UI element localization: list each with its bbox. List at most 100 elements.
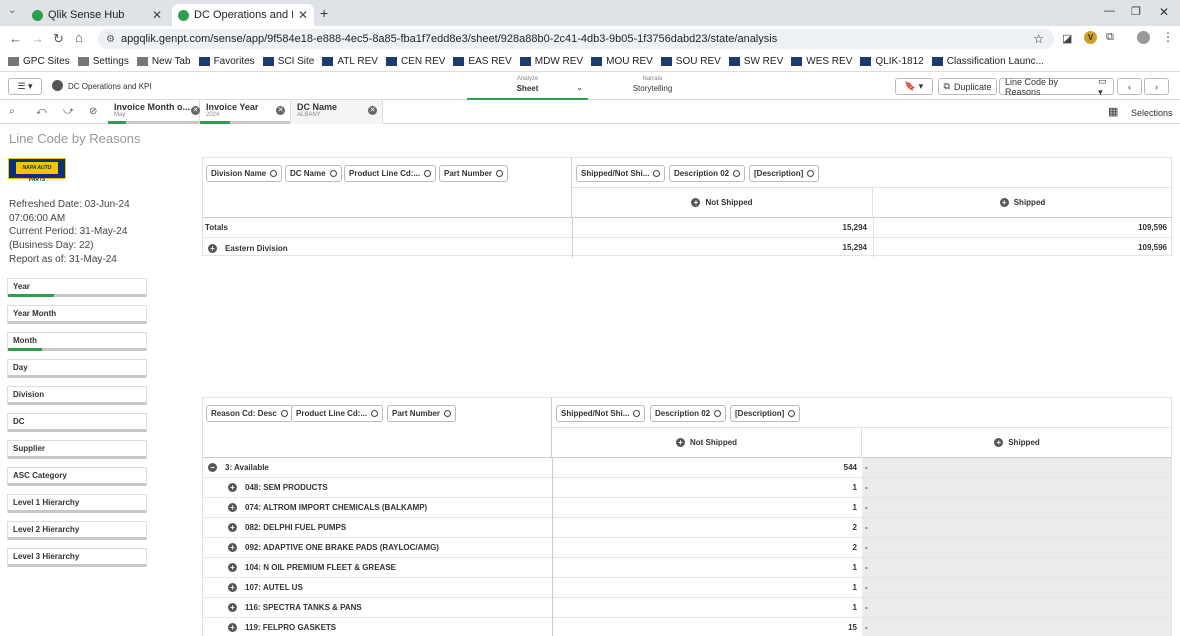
dim-reason-cd[interactable]: Reason Cd: Desc [206, 405, 293, 422]
close-icon[interactable]: ✕ [298, 8, 308, 22]
dim-product-line[interactable]: Product Line Cd:... [344, 165, 437, 182]
expand-icon[interactable]: + [208, 243, 217, 253]
bookmark-item[interactable]: New Tab [136, 56, 191, 67]
dim-dc-name[interactable]: DC Name [285, 165, 342, 182]
filter-pane[interactable]: Month [7, 332, 147, 351]
close-icon[interactable]: ✕ [152, 8, 162, 22]
step-back-icon[interactable]: ⤺ [36, 106, 47, 117]
profile-avatar[interactable] [1137, 31, 1150, 44]
filter-pane[interactable]: Level 1 Hierarchy [7, 494, 147, 513]
filter-pane[interactable]: Division [7, 386, 147, 405]
tab-analyze[interactable]: Analyze Sheet ⌄ [467, 73, 588, 100]
tab-search-icon[interactable]: ⌄ [8, 5, 16, 16]
table-row[interactable]: +082: DELPHI FUEL PUMPS 2- [203, 517, 1171, 538]
table-row[interactable]: +107: AUTEL US 1- [203, 577, 1171, 598]
expand-icon[interactable]: + [228, 603, 237, 612]
selection-chip-invoice-year[interactable]: Invoice Year 2024 ✕ [200, 100, 291, 124]
filter-pane[interactable]: ASC Category [7, 467, 147, 486]
expand-icon[interactable]: + [675, 438, 685, 447]
bookmark-item[interactable]: MOU REV [591, 56, 653, 67]
table-row-group[interactable]: − 3: Available 544 - [203, 457, 1171, 478]
clear-selections-icon[interactable]: ⊘ [89, 106, 97, 117]
col-description-02[interactable]: Description 02 [669, 165, 746, 182]
duplicate-button[interactable]: ⧉ Duplicate [938, 78, 997, 95]
address-bar[interactable]: ⚙ apgqlik.genpt.com/sense/app/9f584e18-e… [98, 29, 1054, 49]
expand-icon[interactable]: + [228, 543, 237, 552]
global-menu-button[interactable]: ☰ ▾ [8, 78, 42, 95]
bookmark-item[interactable]: Settings [77, 56, 129, 67]
col-shipped-not-shipped[interactable]: Shipped/Not Shi... [576, 165, 666, 182]
expand-icon[interactable]: + [228, 583, 237, 592]
bookmark-item[interactable]: SCI Site [262, 56, 314, 67]
extension-icon[interactable]: ◪ [1062, 32, 1072, 45]
col-description[interactable]: [Description] [730, 405, 801, 422]
table-row[interactable]: +074: ALTROM IMPORT CHEMICALS (BALKAMP) 1… [203, 497, 1171, 518]
reload-icon[interactable]: ↻ [53, 31, 64, 47]
table-row-eastern-division[interactable]: + Eastern Division 15,294 109,596 [203, 238, 1171, 258]
filter-pane[interactable]: Supplier [7, 440, 147, 459]
selections-tab[interactable]: Selections [1131, 108, 1173, 118]
filter-pane[interactable]: Year Month [7, 305, 147, 324]
col-description-02[interactable]: Description 02 [650, 405, 727, 422]
header-not-shipped[interactable]: + Not Shipped [572, 188, 873, 218]
header-not-shipped[interactable]: + Not Shipped [552, 428, 862, 458]
chevron-down-icon[interactable]: ⌄ [576, 83, 583, 92]
extension-v-icon[interactable]: V [1084, 31, 1097, 44]
back-icon[interactable]: ← [9, 31, 22, 46]
expand-icon[interactable]: + [228, 623, 237, 632]
bookmark-item[interactable]: Favorites [198, 56, 255, 67]
clear-chip-icon[interactable]: ✕ [276, 106, 285, 115]
header-shipped[interactable]: + Shipped [862, 428, 1171, 458]
table-row[interactable]: +119: FELPRO GASKETS 15- [203, 617, 1171, 636]
previous-sheet-button[interactable]: ‹ [1117, 78, 1142, 95]
selection-chip-dc-name[interactable]: DC Name ALBANY ✕ [291, 100, 383, 124]
bookmark-item[interactable]: QLIK-1812 [860, 56, 924, 67]
filter-pane[interactable]: Day [7, 359, 147, 378]
dim-product-line[interactable]: Product Line Cd:... [291, 405, 384, 422]
clear-chip-icon[interactable]: ✕ [368, 106, 377, 115]
bookmark-item[interactable]: SW REV [728, 56, 783, 67]
col-shipped-not-shipped[interactable]: Shipped/Not Shi... [556, 405, 646, 422]
filter-pane[interactable]: Year [7, 278, 147, 297]
next-sheet-button[interactable]: › [1144, 78, 1169, 95]
collapse-icon[interactable]: − [208, 463, 217, 472]
bookmark-star-icon[interactable]: ☆ [1033, 32, 1044, 46]
site-info-icon[interactable]: ⚙ [106, 34, 115, 45]
new-tab-icon[interactable]: + [320, 5, 328, 21]
table-row[interactable]: +092: ADAPTIVE ONE BRAKE PADS (RAYLOC/AM… [203, 537, 1171, 558]
dim-division-name[interactable]: Division Name [206, 165, 283, 182]
puzzle-icon[interactable]: ⧉ [1106, 31, 1114, 44]
bookmark-item[interactable]: EAS REV [453, 56, 512, 67]
table-row[interactable]: +048: SEM PRODUCTS 1- [203, 477, 1171, 498]
forward-icon[interactable]: → [31, 31, 44, 46]
tab-dc-operations[interactable]: DC Operations and KPI - Line C ✕ [172, 4, 314, 26]
expand-icon[interactable]: + [691, 198, 701, 207]
bookmark-item[interactable]: MDW REV [519, 56, 583, 67]
home-icon[interactable]: ⌂ [75, 30, 83, 45]
expand-icon[interactable]: + [999, 198, 1009, 207]
bookmark-item[interactable]: CEN REV [385, 56, 445, 67]
selection-chip-invoice-month[interactable]: Invoice Month o... May [108, 100, 200, 124]
bookmark-item[interactable]: WES REV [791, 56, 852, 67]
table-row[interactable]: +104: N OIL PREMIUM FLEET & GREASE 1- [203, 557, 1171, 578]
restore-icon[interactable]: ❐ [1131, 5, 1141, 18]
tab-narrate[interactable]: Narrate Storytelling [592, 73, 713, 100]
dim-part-number[interactable]: Part Number [439, 165, 509, 182]
col-description[interactable]: [Description] [749, 165, 820, 182]
step-forward-icon[interactable]: ⤻ [63, 106, 74, 117]
menu-kebab-icon[interactable]: ⋮ [1162, 30, 1174, 44]
expand-icon[interactable]: + [228, 503, 237, 512]
header-shipped[interactable]: + Shipped [873, 188, 1172, 218]
expand-icon[interactable]: + [228, 523, 237, 532]
bookmark-item[interactable]: ATL REV [322, 56, 378, 67]
clear-chip-icon[interactable]: ✕ [191, 106, 200, 115]
table-row[interactable]: +116: SPECTRA TANKS & PANS 1- [203, 597, 1171, 618]
expand-icon[interactable]: + [228, 563, 237, 572]
dim-part-number[interactable]: Part Number [387, 405, 457, 422]
minimize-icon[interactable]: — [1104, 5, 1115, 17]
bookmark-item[interactable]: Classification Launc... [931, 56, 1044, 67]
tab-qlik-hub[interactable]: Qlik Sense Hub ✕ [26, 4, 168, 26]
window-close-icon[interactable]: ✕ [1159, 5, 1169, 19]
expand-icon[interactable]: + [228, 483, 237, 492]
sheet-selector[interactable]: Line Code by Reasons ▭ ▾ [999, 76, 1114, 97]
